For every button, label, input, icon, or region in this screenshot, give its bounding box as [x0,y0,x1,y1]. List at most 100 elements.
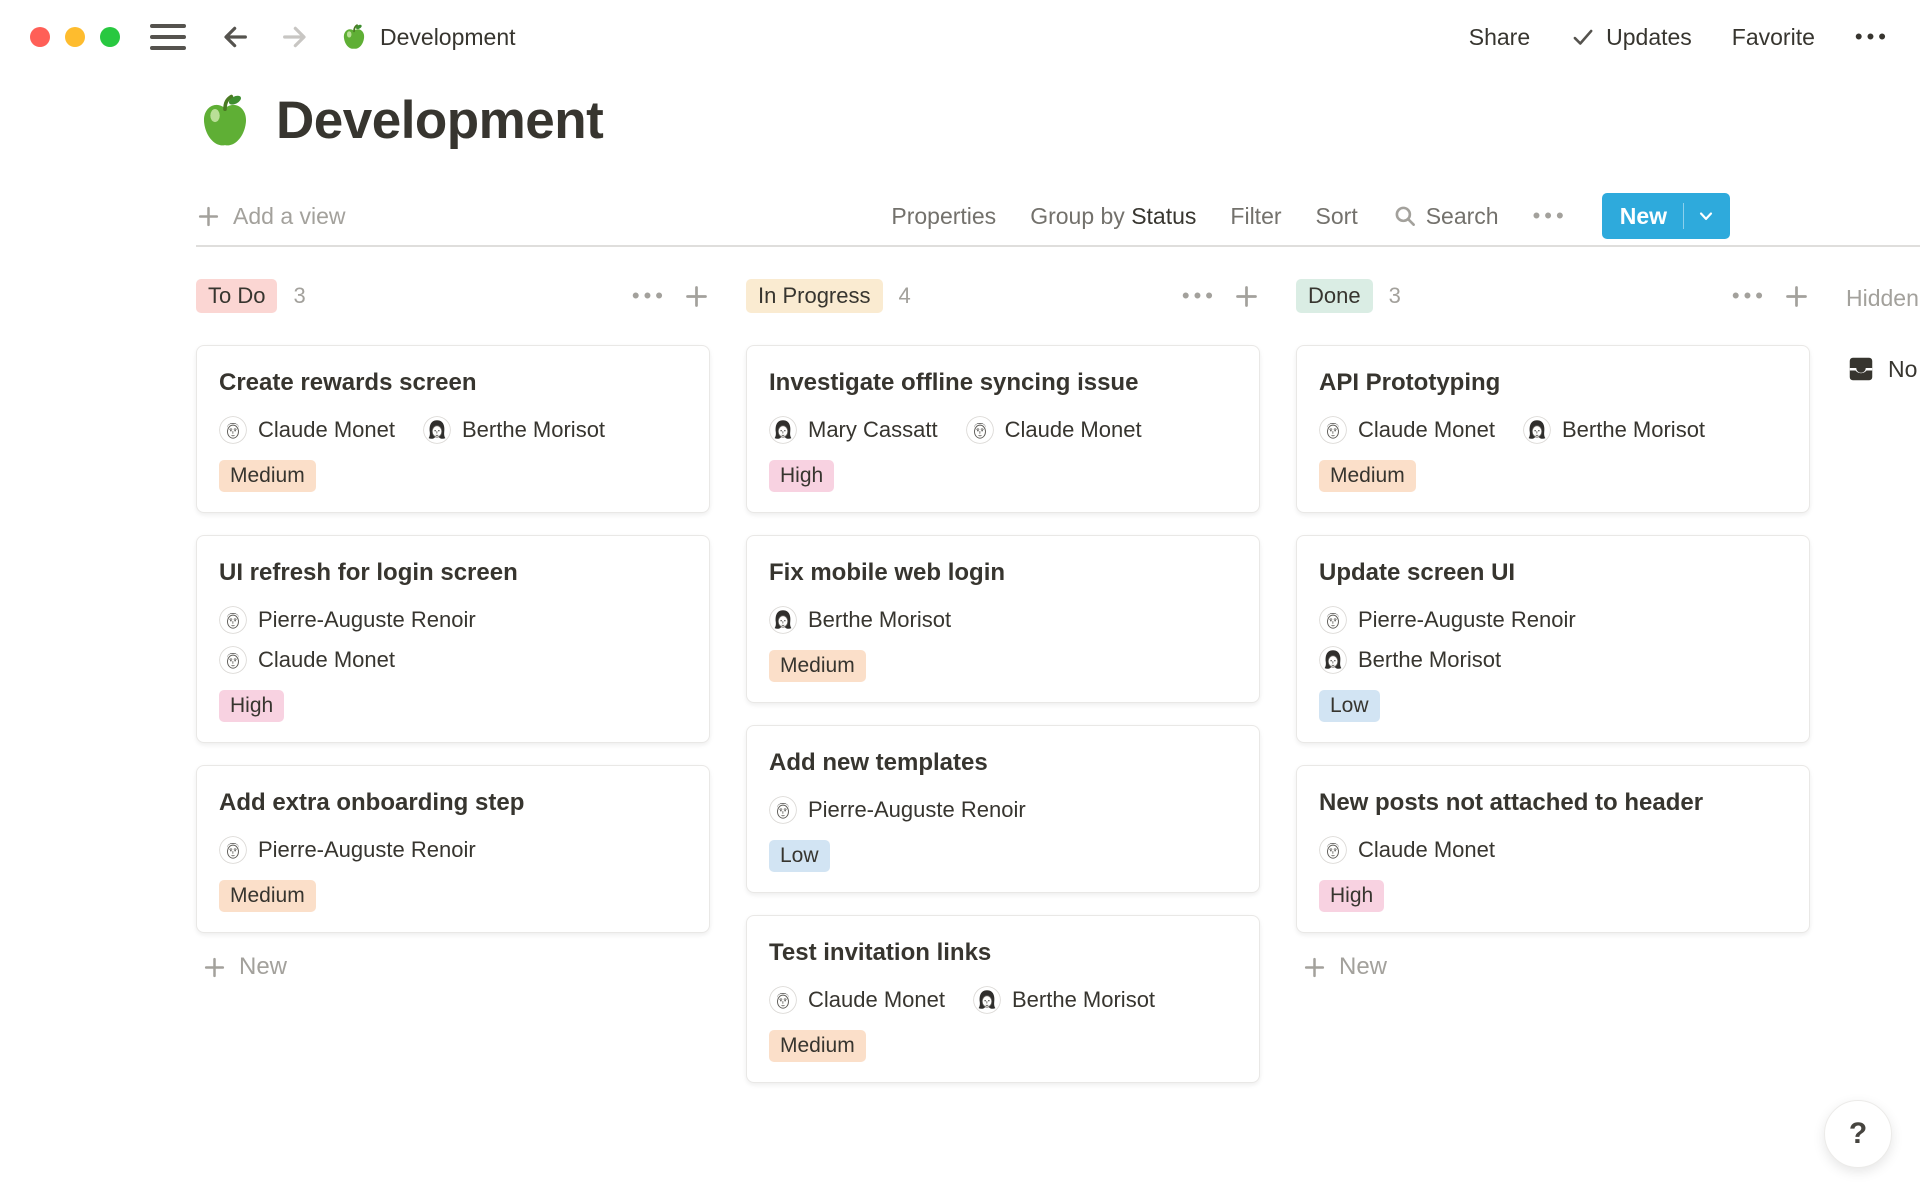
card-assignees: Pierre-Auguste Renoir Claude Monet [219,606,687,674]
column-status-badge[interactable]: To Do [196,279,277,313]
back-arrow-icon [220,21,252,53]
forward-button[interactable] [278,21,310,53]
woman-face-avatar [1523,416,1551,444]
group-by-button[interactable]: Group by Status [1030,203,1196,230]
assignee: Claude Monet [769,986,945,1014]
search-label: Search [1426,203,1499,230]
check-icon [1570,24,1596,50]
column-more-button[interactable]: ••• [1182,285,1217,307]
column-more-button[interactable]: ••• [632,285,667,307]
task-card[interactable]: API Prototyping Claude Monet Berthe Mori… [1296,345,1810,513]
man-face-avatar [219,416,247,444]
assignee-name: Claude Monet [1358,417,1495,443]
column-add-button[interactable] [1233,283,1260,310]
page-title: Development [276,90,603,151]
search-button[interactable]: Search [1392,203,1499,230]
hamburger-icon [150,35,186,39]
man-face-avatar [219,646,247,674]
assignee-name: Berthe Morisot [808,607,951,633]
task-card[interactable]: Add new templates Pierre-Auguste Renoir … [746,725,1260,893]
assignee: Berthe Morisot [1319,646,1787,674]
woman-face-avatar [769,606,797,634]
column-header: In Progress 4 ••• [746,279,1260,313]
new-card-button[interactable]: New [196,953,710,981]
assignee: Claude Monet [219,646,687,674]
assignee-name: Berthe Morisot [1358,647,1501,673]
assignee-name: Claude Monet [1005,417,1142,443]
priority-badge: Medium [769,1030,866,1062]
more-options-button[interactable]: ••• [1855,26,1890,48]
priority-badge: Low [1319,690,1380,722]
man-face-avatar [1319,836,1347,864]
column-add-button[interactable] [1783,283,1810,310]
updates-label: Updates [1606,24,1692,51]
column-actions: ••• [632,283,710,310]
assignee-name: Claude Monet [808,987,945,1013]
task-card[interactable]: Fix mobile web login Berthe Morisot Medi… [746,535,1260,703]
column-add-button[interactable] [683,283,710,310]
view-toolbar: Add a view Properties Group by Status Fi… [196,187,1920,247]
board-column-inprogress: In Progress 4 ••• Investigate offline sy… [746,279,1260,1083]
card-title: UI refresh for login screen [219,556,687,590]
priority-badge: High [219,690,284,722]
new-button[interactable]: New [1602,193,1730,239]
assignee-name: Berthe Morisot [1562,417,1705,443]
board-column-todo: To Do 3 ••• Create rewards screen Claude… [196,279,710,981]
help-button[interactable]: ? [1824,1100,1892,1168]
sidebar-menu-button[interactable] [150,24,186,50]
hidden-columns-label[interactable]: Hidden [1846,285,1920,312]
apple-icon [340,23,368,51]
task-card[interactable]: Update screen UI Pierre-Auguste Renoir B… [1296,535,1810,743]
zoom-button[interactable] [100,27,120,47]
view-more-button[interactable]: ••• [1533,205,1568,227]
no-status-group[interactable]: No Status [1846,354,1920,384]
assignee-name: Pierre-Auguste Renoir [258,837,476,863]
man-face-avatar [769,986,797,1014]
assignee: Claude Monet [1319,836,1495,864]
notion-window: Development Share Updates Favorite ••• D… [0,0,1920,1200]
close-button[interactable] [30,27,50,47]
minimize-button[interactable] [65,27,85,47]
sort-button[interactable]: Sort [1316,203,1358,230]
column-header: Done 3 ••• [1296,279,1810,313]
card-assignees: Mary Cassatt Claude Monet [769,416,1237,444]
plus-icon [196,204,221,229]
filter-button[interactable]: Filter [1230,203,1281,230]
column-status-badge[interactable]: In Progress [746,279,883,313]
breadcrumb[interactable]: Development [340,23,516,51]
back-button[interactable] [220,21,252,53]
woman-face-avatar [423,416,451,444]
new-card-label: New [239,953,287,981]
updates-button[interactable]: Updates [1570,24,1692,51]
assignee-name: Pierre-Auguste Renoir [808,797,1026,823]
man-face-avatar [219,606,247,634]
man-face-avatar [769,796,797,824]
new-dropdown-button[interactable] [1696,206,1730,226]
task-card[interactable]: Add extra onboarding step Pierre-Auguste… [196,765,710,933]
column-status-badge[interactable]: Done [1296,279,1373,313]
column-count: 4 [899,283,911,309]
card-title: API Prototyping [1319,366,1787,400]
card-title: Add new templates [769,746,1237,780]
card-title: Update screen UI [1319,556,1787,590]
task-card[interactable]: UI refresh for login screen Pierre-Augus… [196,535,710,743]
assignee-name: Berthe Morisot [1012,987,1155,1013]
task-card[interactable]: Test invitation links Claude Monet Berth… [746,915,1260,1083]
new-card-button[interactable]: New [1296,953,1810,981]
column-more-button[interactable]: ••• [1732,285,1767,307]
task-card[interactable]: Create rewards screen Claude Monet Berth… [196,345,710,513]
assignee: Berthe Morisot [769,606,951,634]
card-assignees: Pierre-Auguste Renoir [769,796,1237,824]
priority-badge: Low [769,840,830,872]
favorite-button[interactable]: Favorite [1732,24,1815,51]
properties-button[interactable]: Properties [891,203,996,230]
share-button[interactable]: Share [1469,24,1530,51]
priority-badge: Medium [769,650,866,682]
task-card[interactable]: Investigate offline syncing issue Mary C… [746,345,1260,513]
search-icon [1392,203,1418,229]
task-card[interactable]: New posts not attached to header Claude … [1296,765,1810,933]
add-view-button[interactable]: Add a view [196,203,346,230]
column-count: 3 [293,283,305,309]
card-assignees: Claude Monet Berthe Morisot [219,416,687,444]
assignee: Mary Cassatt [769,416,938,444]
